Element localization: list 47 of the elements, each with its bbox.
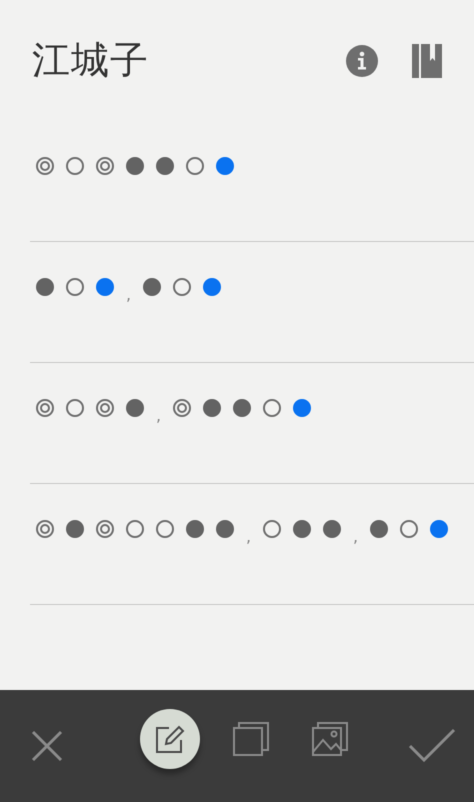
double-circle [36, 399, 54, 417]
image-icon [312, 722, 348, 756]
double-circle [96, 157, 114, 175]
bookmark-icon[interactable] [412, 44, 442, 78]
rhyme-circle [216, 157, 234, 175]
open-circle [126, 520, 144, 538]
info-icon[interactable] [346, 44, 378, 76]
filled-circle [126, 157, 144, 175]
comma: , [126, 284, 131, 304]
rhyme-circle [430, 520, 448, 538]
filled-circle [203, 399, 221, 417]
filled-circle [370, 520, 388, 538]
filled-circle [66, 520, 84, 538]
comma: , [353, 526, 358, 546]
filled-circle [36, 278, 54, 296]
filled-circle [216, 520, 234, 538]
open-circle [66, 157, 84, 175]
open-circle [400, 520, 418, 538]
close-icon [31, 730, 63, 762]
filled-circle [186, 520, 204, 538]
poem-title: 江城子 [32, 37, 150, 84]
filled-circle [293, 520, 311, 538]
edit-icon [155, 724, 185, 754]
double-circle [96, 520, 114, 538]
copy-icon [233, 722, 269, 756]
double-circle [36, 157, 54, 175]
rhyme-circle [96, 278, 114, 296]
double-circle [36, 520, 54, 538]
open-circle [66, 278, 84, 296]
filled-circle [126, 399, 144, 417]
open-circle [173, 278, 191, 296]
double-circle [96, 399, 114, 417]
open-circle [66, 399, 84, 417]
open-circle [263, 399, 281, 417]
double-circle [173, 399, 191, 417]
filled-circle [143, 278, 161, 296]
filled-circle [233, 399, 251, 417]
filled-circle [323, 520, 341, 538]
open-circle [263, 520, 281, 538]
open-circle [156, 520, 174, 538]
comma: , [156, 405, 161, 425]
rhyme-circle [203, 278, 221, 296]
filled-circle [156, 157, 174, 175]
open-circle [186, 157, 204, 175]
rhyme-circle [293, 399, 311, 417]
check-icon [408, 728, 456, 764]
comma: , [246, 526, 251, 546]
